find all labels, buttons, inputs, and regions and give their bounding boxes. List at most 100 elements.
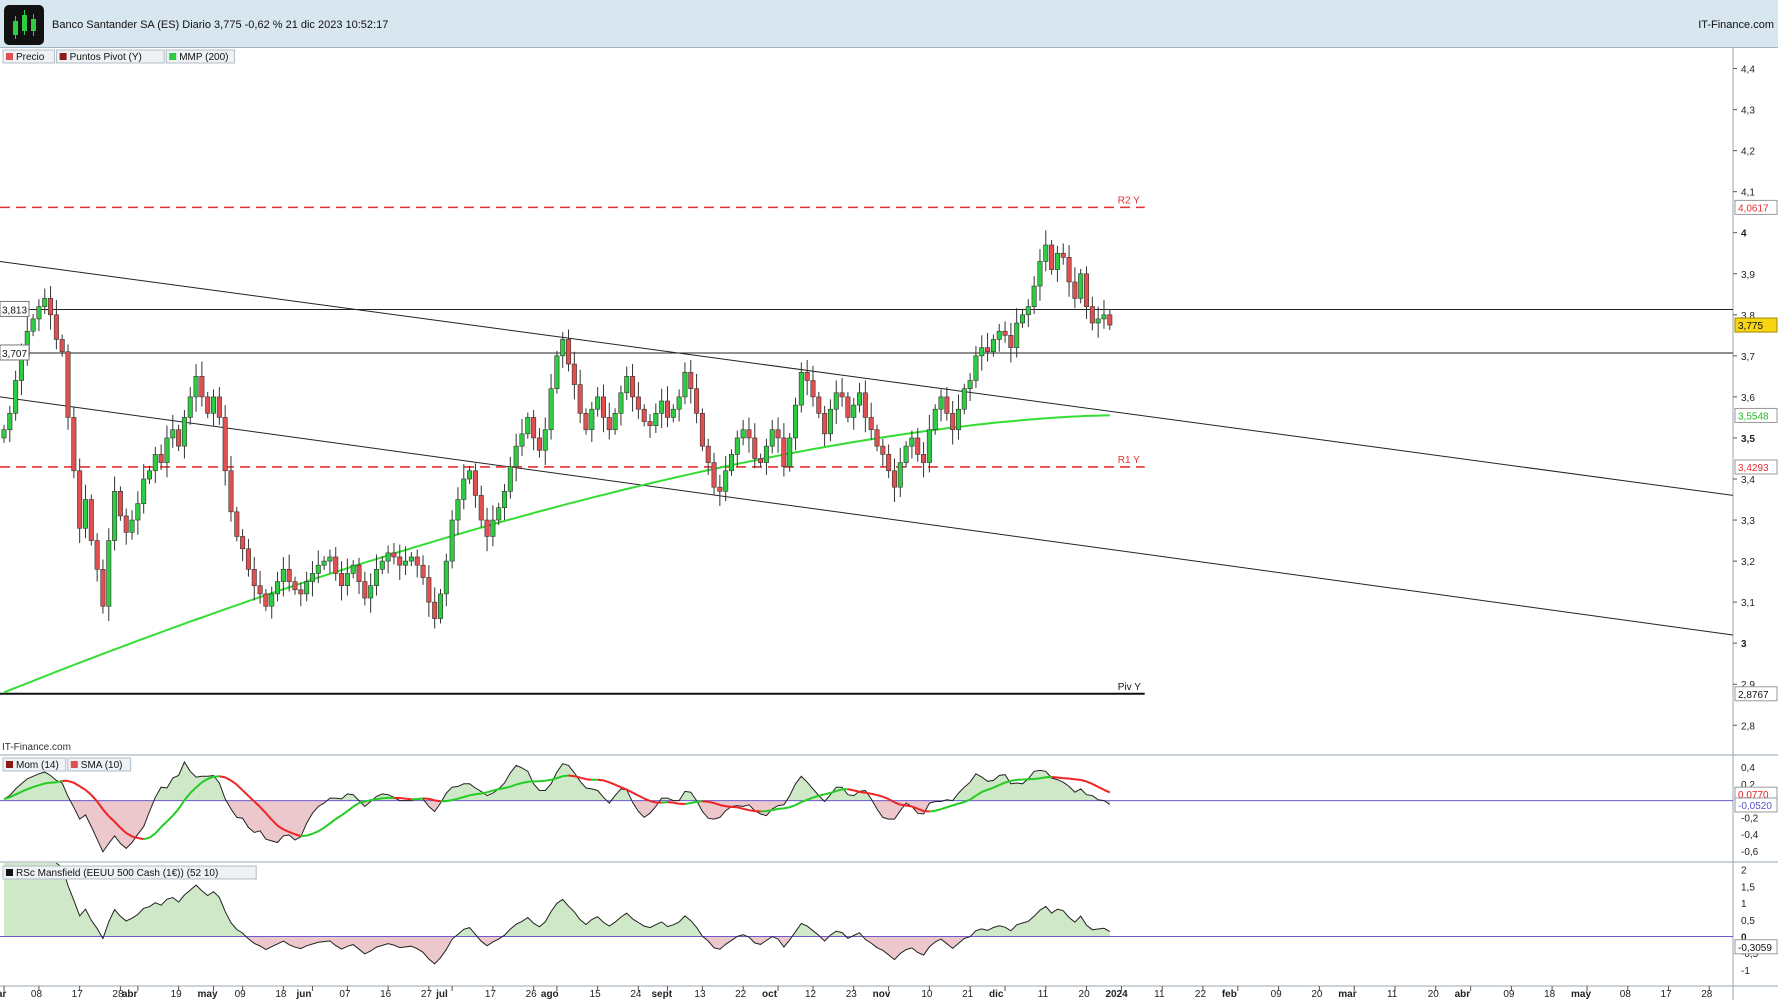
momentum-sma-segment: [772, 807, 779, 812]
candle-body: [1031, 285, 1037, 307]
price-y-tick-label: 3,5: [1741, 434, 1755, 445]
x-tick-label: 12: [805, 989, 817, 1000]
momentum-sma-segment: [597, 778, 604, 782]
pivot-value-tag: 2,8767: [1734, 686, 1778, 702]
candle-body: [170, 429, 176, 439]
candle-body: [682, 371, 688, 398]
momentum-legend-item[interactable]: Mom (14): [2, 757, 67, 772]
candle-body: [117, 491, 123, 517]
candle-body: [164, 437, 170, 463]
price-legend-item[interactable]: MMP (200): [165, 49, 236, 64]
candle-body: [967, 380, 973, 389]
momentum-y-tick-label: -0,4: [1741, 830, 1759, 841]
momentum-sma-segment: [166, 815, 174, 823]
rsc-mansfield-panel: [0, 863, 1733, 965]
sma-value-tag: 3,5548: [1734, 407, 1778, 423]
momentum-sma-segment: [958, 801, 965, 805]
candle-body: [694, 388, 700, 414]
candle-body: [280, 568, 286, 582]
price-y-tick-label: 3,9: [1741, 270, 1755, 281]
x-tick-label: 2024: [1105, 989, 1128, 1000]
candle-body: [519, 433, 525, 447]
candle-body: [420, 564, 426, 578]
momentum-sma-segment: [67, 779, 75, 784]
legend-swatch: [169, 53, 177, 60]
candle-body: [275, 581, 281, 595]
momentum-sma-segment: [748, 809, 755, 813]
candle-body: [88, 499, 94, 541]
value-tag-text: 3,4293: [1738, 463, 1769, 474]
legend-swatch: [6, 869, 13, 876]
candle-body: [787, 437, 793, 467]
candle-body: [129, 519, 135, 533]
candle-body: [94, 540, 100, 570]
candle-body: [344, 573, 350, 587]
momentum-sma-segment: [847, 788, 854, 792]
momentum-sma-segment: [614, 783, 622, 789]
price-y-tick-label: 3,2: [1741, 557, 1755, 568]
momentum-sma-segment: [236, 783, 244, 792]
momentum-sma-segment: [708, 800, 715, 805]
momentum-y-tick-label: -0,2: [1741, 813, 1759, 824]
candle-body: [950, 413, 956, 431]
candle-body: [193, 376, 199, 398]
x-tick-label: 08: [31, 989, 43, 1000]
chart-area[interactable]: R2 YR1 YPiv Y 2,82,933,13,23,33,43,53,63…: [0, 48, 1778, 1000]
candle-body: [1084, 273, 1090, 307]
last-price-tag: 3,775: [1734, 317, 1778, 333]
candle-body: [135, 503, 141, 521]
value-tag-text: -0,3059: [1738, 943, 1772, 954]
candle-body: [1101, 314, 1107, 320]
candle-body: [804, 371, 810, 381]
momentum-legend-item[interactable]: SMA (10): [67, 757, 132, 772]
candle-body: [309, 573, 315, 582]
candle-body: [176, 429, 182, 447]
momentum-sma-segment: [824, 791, 831, 796]
candle-body: [7, 413, 13, 431]
candle-body: [437, 593, 443, 619]
price-legend-item[interactable]: Puntos Pivot (Y): [56, 49, 165, 64]
candle-body: [589, 408, 595, 431]
value-tag-text: 3,775: [1738, 321, 1763, 332]
candle-body: [577, 384, 583, 414]
candlestick-logo-icon[interactable]: [4, 5, 44, 45]
momentum-sma-segment: [568, 774, 575, 778]
momentum-sma-segment: [469, 793, 476, 797]
price-y-tick-label: 4: [1741, 229, 1747, 240]
candle-body: [408, 556, 414, 562]
momentum-sma-segment: [818, 793, 825, 797]
momentum-sma-segment: [1091, 783, 1099, 788]
candle-body: [827, 408, 833, 435]
momentum-sma-segment: [696, 800, 703, 803]
rsc-legend-item[interactable]: RSc Mansfield (EEUU 500 Cash (1€)) (52 1…: [2, 865, 257, 880]
momentum-sma-segment: [504, 785, 511, 790]
momentum-sma-segment: [1039, 776, 1046, 780]
x-tick-label: 11: [1387, 989, 1398, 1000]
momentum-sma-segment: [929, 809, 936, 813]
rsc-y-tick-label: 0,5: [1741, 916, 1755, 927]
momentum-sma-segment: [44, 781, 51, 785]
candle-body: [490, 519, 496, 537]
candle-body: [472, 470, 478, 496]
candle-body: [723, 470, 729, 492]
candle-body: [443, 560, 449, 595]
legend-swatch: [59, 53, 67, 60]
candle-body: [752, 437, 758, 459]
x-tick-label: 11: [1154, 989, 1165, 1000]
candle-body: [1095, 318, 1101, 324]
momentum-sma-segment: [905, 804, 913, 808]
candle-body: [315, 564, 321, 574]
momentum-sma-segment: [434, 799, 441, 803]
candle-body: [199, 376, 205, 398]
momentum-sma-segment: [172, 808, 180, 817]
momentum-sma-segment: [143, 836, 150, 841]
candle-body: [536, 437, 542, 451]
x-tick-label: mar: [0, 989, 6, 1000]
candle-body: [71, 417, 77, 472]
candle-body: [1002, 330, 1008, 336]
candle-body: [234, 511, 240, 537]
momentum-sma-segment: [79, 785, 87, 791]
candle-body: [379, 560, 385, 570]
price-legend-item[interactable]: Precio: [2, 49, 56, 64]
candle-body: [880, 445, 886, 455]
